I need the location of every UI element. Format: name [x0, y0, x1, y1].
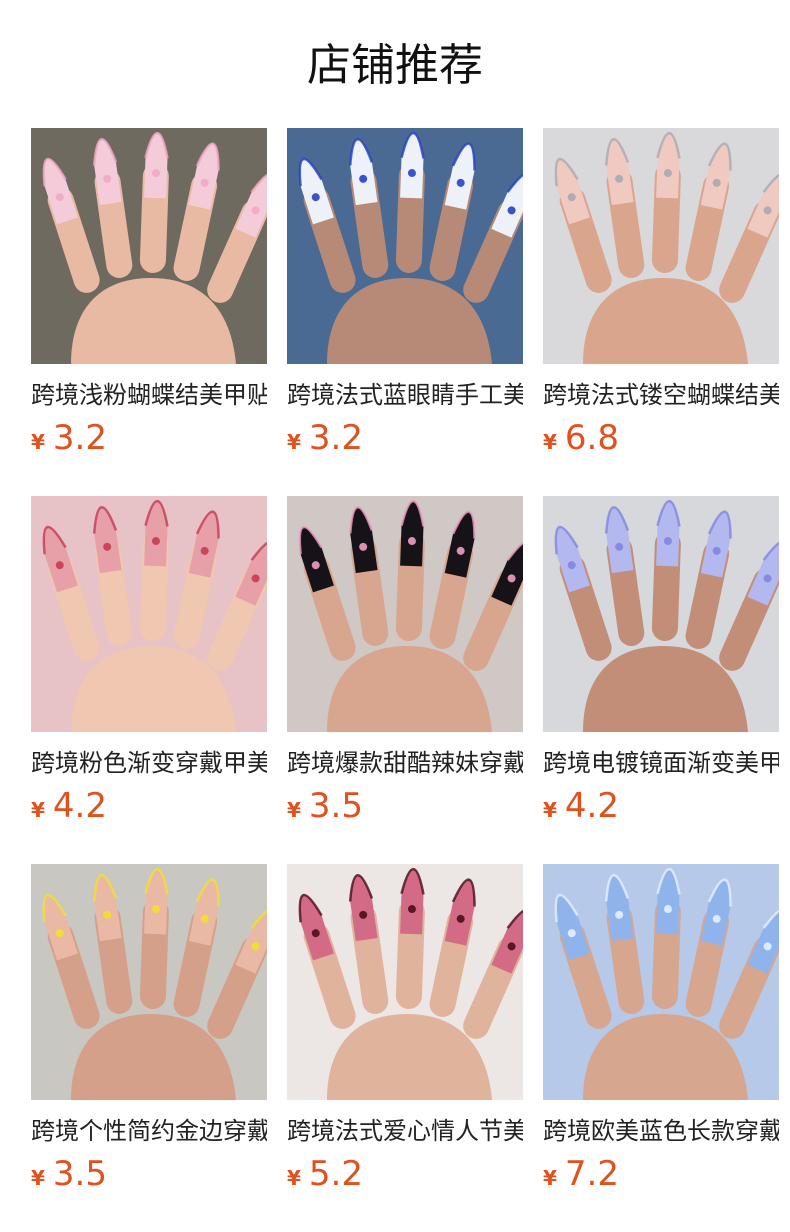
product-name[interactable]: 跨境粉色渐变穿戴甲美甲: [31, 746, 267, 780]
currency-symbol: ¥: [287, 798, 301, 822]
product-photo: [287, 128, 523, 364]
product-name[interactable]: 跨境浅粉蝴蝶结美甲贴片: [31, 378, 267, 412]
price-value: 5.2: [308, 1154, 363, 1194]
price-value: 6.8: [564, 418, 619, 458]
price-value: 4.2: [564, 786, 619, 826]
product-card[interactable]: 跨境法式蓝眼睛手工美甲 ¥ 3.2: [287, 128, 523, 496]
product-image[interactable]: [287, 496, 523, 732]
shop-recommend-page: 店铺推荐 跨境浅粉蝴蝶结美甲贴片 ¥ 3.2 跨境法式蓝眼睛手工美甲 ¥ 3.2…: [0, 0, 790, 1232]
currency-symbol: ¥: [31, 1166, 45, 1190]
product-name[interactable]: 跨境欧美蓝色长款穿戴甲: [543, 1114, 779, 1148]
product-name[interactable]: 跨境法式蓝眼睛手工美甲: [287, 378, 523, 412]
product-image[interactable]: [31, 864, 267, 1100]
currency-symbol: ¥: [287, 430, 301, 454]
product-card[interactable]: 跨境浅粉蝴蝶结美甲贴片 ¥ 3.2: [31, 128, 267, 496]
currency-symbol: ¥: [543, 1166, 557, 1190]
product-price: ¥ 3.5: [287, 784, 523, 828]
product-name[interactable]: 跨境爆款甜酷辣妹穿戴甲: [287, 746, 523, 780]
product-name[interactable]: 跨境法式镂空蝴蝶结美甲: [543, 378, 779, 412]
product-card[interactable]: 跨境法式镂空蝴蝶结美甲 ¥ 6.8: [543, 128, 779, 496]
product-price: ¥ 4.2: [543, 784, 779, 828]
price-value: 7.2: [564, 1154, 619, 1194]
product-photo: [287, 496, 523, 732]
currency-symbol: ¥: [543, 798, 557, 822]
product-image[interactable]: [31, 496, 267, 732]
product-price: ¥ 7.2: [543, 1152, 779, 1196]
product-photo: [543, 128, 779, 364]
product-name[interactable]: 跨境法式爱心情人节美甲: [287, 1114, 523, 1148]
product-price: ¥ 3.2: [31, 416, 267, 460]
product-card[interactable]: 跨境电镀镜面渐变美甲片 ¥ 4.2: [543, 496, 779, 864]
product-image[interactable]: [543, 496, 779, 732]
product-photo: [31, 128, 267, 364]
price-value: 3.5: [52, 1154, 107, 1194]
price-value: 3.5: [308, 786, 363, 826]
price-value: 4.2: [52, 786, 107, 826]
currency-symbol: ¥: [287, 1166, 301, 1190]
product-image[interactable]: [287, 864, 523, 1100]
product-price: ¥ 3.2: [287, 416, 523, 460]
product-photo: [543, 496, 779, 732]
product-price: ¥ 3.5: [31, 1152, 267, 1196]
currency-symbol: ¥: [31, 430, 45, 454]
product-photo: [543, 864, 779, 1100]
product-card[interactable]: 跨境法式爱心情人节美甲 ¥ 5.2: [287, 864, 523, 1232]
product-price: ¥ 4.2: [31, 784, 267, 828]
product-price: ¥ 6.8: [543, 416, 779, 460]
product-image[interactable]: [543, 864, 779, 1100]
product-photo: [31, 864, 267, 1100]
product-card[interactable]: 跨境爆款甜酷辣妹穿戴甲 ¥ 3.5: [287, 496, 523, 864]
product-name[interactable]: 跨境个性简约金边穿戴甲: [31, 1114, 267, 1148]
price-value: 3.2: [52, 418, 107, 458]
product-image[interactable]: [287, 128, 523, 364]
currency-symbol: ¥: [31, 798, 45, 822]
product-card[interactable]: 跨境欧美蓝色长款穿戴甲 ¥ 7.2: [543, 864, 779, 1232]
product-photo: [31, 496, 267, 732]
product-name[interactable]: 跨境电镀镜面渐变美甲片: [543, 746, 779, 780]
price-value: 3.2: [308, 418, 363, 458]
product-image[interactable]: [31, 128, 267, 364]
product-card[interactable]: 跨境个性简约金边穿戴甲 ¥ 3.5: [31, 864, 267, 1232]
product-photo: [287, 864, 523, 1100]
product-image[interactable]: [543, 128, 779, 364]
product-card[interactable]: 跨境粉色渐变穿戴甲美甲 ¥ 4.2: [31, 496, 267, 864]
currency-symbol: ¥: [543, 430, 557, 454]
page-title: 店铺推荐: [307, 40, 483, 91]
product-grid: 跨境浅粉蝴蝶结美甲贴片 ¥ 3.2 跨境法式蓝眼睛手工美甲 ¥ 3.2 跨境法式…: [31, 128, 779, 1232]
product-price: ¥ 5.2: [287, 1152, 523, 1196]
